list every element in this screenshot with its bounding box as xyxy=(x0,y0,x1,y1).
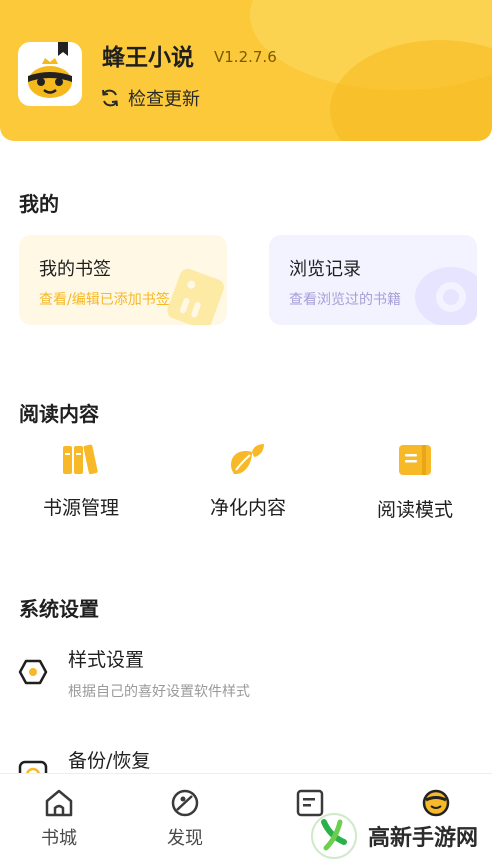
nav-item-discover[interactable]: 发现 xyxy=(140,788,230,850)
refresh-icon xyxy=(102,89,118,107)
feature-label: 阅读模式 xyxy=(376,499,453,521)
check-update-label: 检查更新 xyxy=(128,89,200,110)
watermark-text: 高新手游网 xyxy=(364,820,483,852)
reading-mode-button[interactable]: 阅读模式 xyxy=(350,443,480,522)
app-name: 蜂王小说 xyxy=(102,45,194,71)
site-watermark: 高新手游网 xyxy=(310,812,483,860)
check-update-button[interactable]: 检查更新 xyxy=(100,85,200,111)
eye-icon xyxy=(415,267,477,325)
bookmark-card[interactable]: 我的书签 查看/编辑已添加书签 xyxy=(19,235,227,325)
bookshelf-icon xyxy=(63,444,98,475)
history-card[interactable]: 浏览记录 查看浏览过的书籍 xyxy=(269,235,477,325)
nav-label: 书城 xyxy=(41,828,77,849)
history-card-title: 浏览记录 xyxy=(289,259,361,280)
style-settings-item[interactable]: 样式设置 根据自己的喜好设置软件样式 xyxy=(18,645,478,705)
feature-label: 净化内容 xyxy=(209,497,286,519)
watermark-logo-icon xyxy=(311,813,357,859)
home-icon xyxy=(45,789,73,817)
nav-item-bookstore[interactable]: 书城 xyxy=(14,788,104,850)
leaf-icon xyxy=(231,444,264,475)
section-title-reading: 阅读内容 xyxy=(19,402,99,426)
history-card-subtitle: 查看浏览过的书籍 xyxy=(289,292,401,308)
open-book-icon xyxy=(399,445,431,475)
backup-restore-item[interactable]: 备份/恢复 xyxy=(18,746,478,790)
section-title-settings: 系统设置 xyxy=(19,597,99,621)
setting-subtitle: 根据自己的喜好设置软件样式 xyxy=(68,684,250,700)
section-title-mine: 我的 xyxy=(19,192,59,216)
nav-label: 发现 xyxy=(167,828,203,849)
feature-label: 书源管理 xyxy=(42,497,119,519)
compass-icon xyxy=(171,789,199,817)
setting-title: 样式设置 xyxy=(68,649,145,671)
bookmark-tag-icon xyxy=(167,268,224,325)
bookmark-card-title: 我的书签 xyxy=(39,259,111,280)
source-manage-button[interactable]: 书源管理 xyxy=(16,443,146,520)
app-header: 蜂王小说 V1.2.7.6 检查更新 xyxy=(0,0,492,141)
purify-content-button[interactable]: 净化内容 xyxy=(183,443,313,520)
setting-title: 备份/恢复 xyxy=(68,750,151,772)
hexagon-icon xyxy=(18,659,48,685)
bookmark-card-subtitle: 查看/编辑已添加书签 xyxy=(39,292,170,308)
app-version: V1.2.7.6 xyxy=(214,48,277,66)
app-logo xyxy=(18,42,82,106)
